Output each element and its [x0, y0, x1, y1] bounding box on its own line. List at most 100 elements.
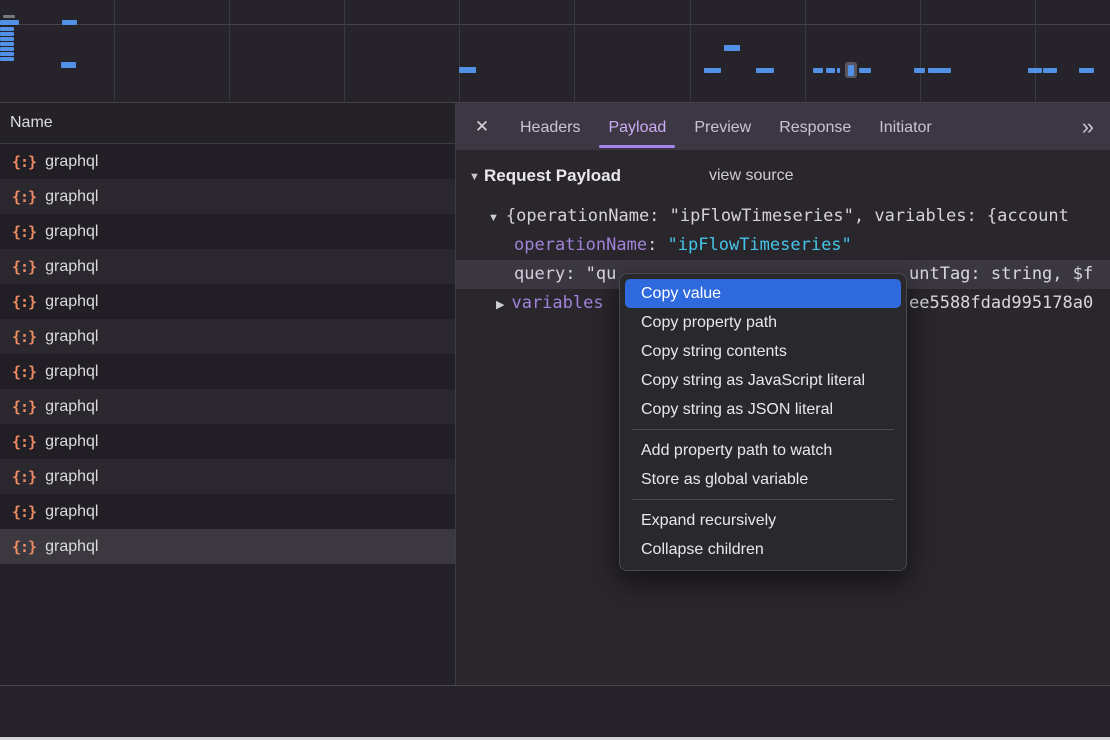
section-expand-icon: ▼ — [469, 162, 480, 192]
waterfall-bar — [61, 62, 76, 68]
name-column-label: Name — [10, 114, 53, 132]
waterfall-bar — [3, 15, 15, 18]
json-request-icon: {:} — [12, 503, 36, 521]
network-overview[interactable] — [0, 0, 1110, 103]
request-row[interactable]: {:} graphql — [0, 179, 455, 214]
waterfall-bar — [0, 32, 14, 36]
more-tabs-icon[interactable]: » — [1082, 103, 1094, 150]
request-row[interactable]: {:} graphql — [0, 284, 455, 319]
menu-item-collapse-children[interactable]: Collapse children — [625, 535, 901, 564]
request-row[interactable]: {:} graphql — [0, 249, 455, 284]
waterfall-bar — [859, 68, 871, 73]
overview-gridline — [1035, 0, 1036, 102]
menu-item-copy-property-path[interactable]: Copy property path — [625, 308, 901, 337]
overview-gridline — [574, 0, 575, 102]
overview-gridline — [805, 0, 806, 102]
menu-item-copy-value[interactable]: Copy value — [625, 279, 901, 308]
menu-item-copy-string-contents[interactable]: Copy string contents — [625, 337, 901, 366]
menu-item-copy-string-as-javascript-literal[interactable]: Copy string as JavaScript literal — [625, 366, 901, 395]
waterfall-bar — [914, 68, 925, 73]
overview-ruler-line — [0, 24, 1110, 25]
menu-item-add-property-path-to-watch[interactable]: Add property path to watch — [625, 436, 901, 465]
request-name: graphql — [45, 188, 98, 206]
waterfall-bar — [837, 68, 840, 73]
waterfall-bar — [1028, 68, 1042, 73]
view-source-link[interactable]: view source — [709, 161, 793, 191]
waterfall-bar — [848, 65, 854, 76]
section-title: Request Payload — [484, 161, 621, 191]
key-separator: : — [647, 235, 667, 255]
waterfall-bar — [813, 68, 823, 73]
waterfall-bar — [0, 52, 14, 56]
payload-root-preview: {operationName: "ipFlowTimeseries", vari… — [506, 206, 1069, 226]
overview-gridline — [114, 0, 115, 102]
request-name: graphql — [45, 223, 98, 241]
json-request-icon: {:} — [12, 538, 36, 556]
request-row[interactable]: {:} graphql — [0, 389, 455, 424]
json-request-icon: {:} — [12, 153, 36, 171]
overview-gridline — [920, 0, 921, 102]
expand-arrow-icon: ▼ — [488, 212, 499, 224]
json-request-icon: {:} — [12, 468, 36, 486]
request-name: graphql — [45, 433, 98, 451]
request-name: graphql — [45, 153, 98, 171]
overview-gridline — [690, 0, 691, 102]
json-request-icon: {:} — [12, 293, 36, 311]
menu-separator — [632, 499, 894, 500]
json-request-icon: {:} — [12, 398, 36, 416]
request-row[interactable]: {:}graphql — [0, 459, 455, 494]
menu-item-expand-recursively[interactable]: Expand recursively — [625, 506, 901, 535]
tab-initiator[interactable]: Initiator — [865, 103, 945, 150]
request-row[interactable]: {:} graphql — [0, 424, 455, 459]
waterfall-bar — [1079, 68, 1094, 73]
waterfall-bar — [0, 42, 14, 46]
request-row[interactable]: {:} graphql — [0, 354, 455, 389]
payload-row-operation-name[interactable]: operationName: "ipFlowTimeseries" — [456, 231, 1110, 260]
json-request-icon: {:} — [12, 363, 36, 381]
waterfall-bar — [0, 47, 14, 51]
request-name: graphql — [45, 328, 98, 346]
request-payload-section-toggle[interactable]: ▼ Request Payload view source — [456, 161, 1110, 191]
waterfall-bar — [826, 68, 835, 73]
detail-tabbar: ✕ HeadersPayloadPreviewResponseInitiator… — [456, 103, 1110, 150]
request-name: graphql — [45, 398, 98, 416]
request-list: {:} graphql {:} graphql {:} graphql {:} graphql… — [0, 144, 455, 564]
waterfall-bar — [724, 45, 740, 51]
waterfall-bar — [0, 20, 19, 25]
waterfall-bar — [459, 67, 476, 73]
json-request-icon: {:} — [12, 188, 36, 206]
tab-preview[interactable]: Preview — [680, 103, 765, 150]
key-separator: : — [565, 264, 585, 284]
request-name: graphql — [45, 503, 98, 521]
close-icon[interactable]: ✕ — [472, 117, 492, 137]
property-value: "ipFlowTimeseries" — [668, 235, 852, 255]
tab-headers[interactable]: Headers — [506, 103, 594, 150]
tab-response[interactable]: Response — [765, 103, 865, 150]
overview-gridline — [229, 0, 230, 102]
json-request-icon: {:} — [12, 433, 36, 451]
context-menu: Copy valueCopy property pathCopy string … — [619, 273, 907, 571]
waterfall-bar — [928, 68, 951, 73]
menu-item-copy-string-as-json-literal[interactable]: Copy string as JSON literal — [625, 395, 901, 424]
tab-payload[interactable]: Payload — [594, 103, 680, 150]
property-key: operationName — [514, 235, 647, 255]
request-name: graphql — [45, 538, 98, 556]
waterfall-bar — [1043, 68, 1057, 73]
request-list-pane: Name {:}graphql{:}graphql{:}graphql{:}gr… — [0, 103, 455, 685]
name-column-header[interactable]: Name — [0, 103, 455, 144]
request-name: graphql — [45, 258, 98, 276]
request-row[interactable]: {:}graphql — [0, 319, 455, 354]
request-name: graphql — [45, 363, 98, 381]
request-row[interactable]: {:} graphql — [0, 494, 455, 529]
waterfall-bar — [756, 68, 774, 73]
request-row[interactable]: {:} graphql — [0, 144, 455, 179]
request-row[interactable]: {:}graphql — [0, 214, 455, 249]
property-value-left-fragment: "qu — [586, 264, 617, 284]
payload-root-row[interactable]: ▼ {operationName: "ipFlowTimeseries", var… — [456, 202, 1110, 231]
menu-item-store-as-global-variable[interactable]: Store as global variable — [625, 465, 901, 494]
json-request-icon: {:} — [12, 258, 36, 276]
collapse-arrow-icon: ▶ — [496, 299, 504, 311]
overview-gridline — [459, 0, 460, 102]
request-name: graphql — [45, 293, 98, 311]
request-row[interactable]: {:} graphql — [0, 529, 455, 564]
